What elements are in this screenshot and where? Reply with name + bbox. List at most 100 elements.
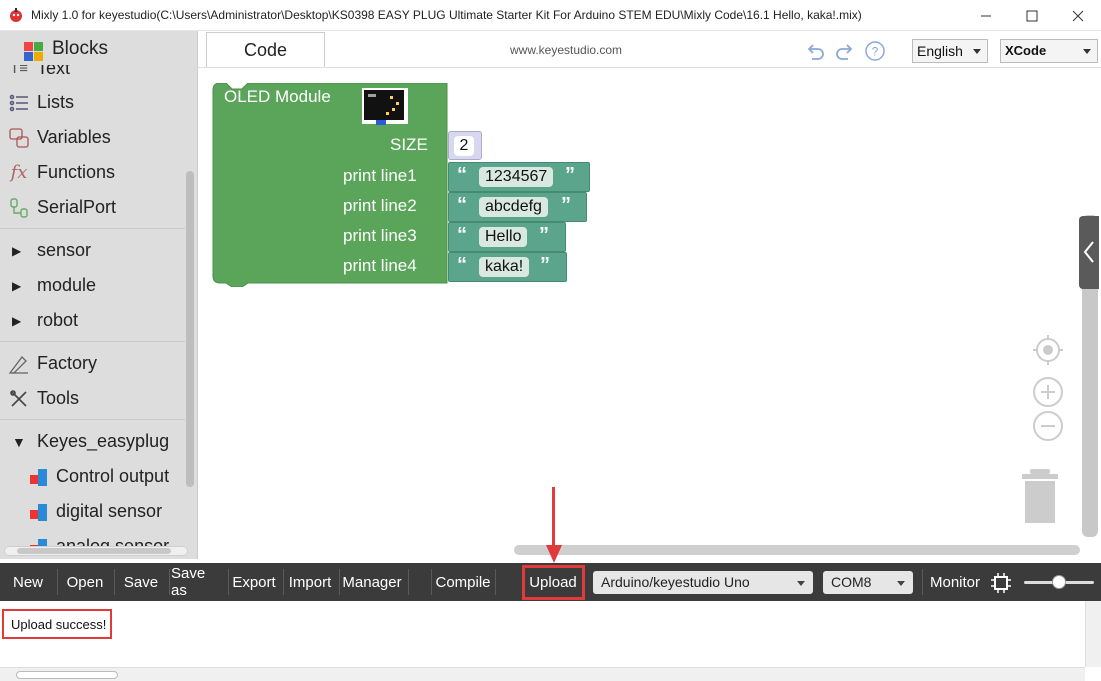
triangle-right-icon: ▶	[12, 313, 22, 328]
chevron-left-icon	[1083, 241, 1094, 263]
save-button[interactable]: Save	[118, 563, 164, 601]
divider	[408, 569, 409, 595]
tab-code[interactable]: Code	[206, 32, 325, 68]
divider	[0, 419, 185, 420]
print-line1-label: print line1	[343, 166, 417, 185]
category-control-output[interactable]: Control output	[0, 459, 185, 494]
string-block-line3[interactable]: “ Hello ”	[448, 222, 566, 252]
center-target-icon[interactable]	[1032, 334, 1064, 366]
output-console: Upload success!	[0, 601, 1101, 681]
blocks-cube-icon	[26, 464, 52, 490]
app-logo-icon	[10, 8, 22, 22]
new-button[interactable]: New	[5, 563, 51, 601]
category-robot[interactable]: ▶ robot	[0, 303, 185, 338]
maximize-icon	[1026, 10, 1038, 21]
string-value[interactable]: kaka!	[479, 257, 530, 277]
blocks-cube-icon	[26, 499, 52, 525]
zoom-slider-handle[interactable]	[1052, 575, 1066, 589]
compile-button[interactable]: Compile	[434, 563, 492, 601]
size-number-block[interactable]: 2	[448, 131, 482, 160]
import-button[interactable]: Import	[285, 563, 335, 601]
divider	[114, 569, 115, 595]
category-sensor[interactable]: ▶ sensor	[0, 233, 185, 268]
category-variables[interactable]: Variables	[0, 120, 185, 155]
blocks-header: Blocks	[0, 31, 185, 65]
ide-select[interactable]: XCode	[1000, 39, 1098, 63]
undo-icon[interactable]	[804, 40, 826, 62]
minimize-button[interactable]	[963, 0, 1009, 31]
title-bar: Mixly 1.0 for keyestudio(C:\Users\Admini…	[0, 0, 1101, 31]
website-link[interactable]: www.keyestudio.com	[510, 43, 622, 57]
upload-status-message: Upload success!	[2, 609, 112, 639]
chevron-down-icon	[973, 49, 981, 54]
sidebar-horizontal-scrollbar[interactable]	[4, 546, 188, 556]
category-digital-sensor[interactable]: digital sensor	[0, 494, 185, 529]
mixly-window: Mixly 1.0 for keyestudio(C:\Users\Admini…	[0, 0, 1101, 681]
triangle-right-icon: ▶	[12, 243, 22, 258]
serial-port-icon	[6, 195, 32, 221]
category-functions[interactable]: fx Functions	[0, 155, 185, 190]
string-value[interactable]: abcdefg	[479, 197, 548, 217]
blocks-title: Blocks	[52, 38, 108, 59]
port-select[interactable]: COM8	[823, 571, 913, 594]
tab-underline	[198, 67, 1101, 68]
chip-icon[interactable]	[990, 572, 1012, 594]
triangle-right-icon: ▶	[12, 278, 22, 293]
monitor-button[interactable]: Monitor	[926, 563, 984, 601]
string-block-line1[interactable]: “ 1234567 ”	[448, 162, 590, 192]
print-line2-label: print line2	[343, 196, 417, 215]
divider	[0, 341, 185, 342]
string-value[interactable]: 1234567	[479, 167, 554, 187]
category-tools[interactable]: Tools	[0, 381, 185, 416]
save-as-button[interactable]: Save as	[171, 563, 225, 601]
blocks-sidebar: Blocks T≡ Text Lists Variables fx Functi…	[0, 31, 197, 559]
close-button[interactable]	[1055, 0, 1101, 31]
oled-image-icon	[362, 88, 408, 125]
string-value[interactable]: Hello	[479, 227, 528, 247]
divider	[495, 569, 496, 595]
zoom-out-icon[interactable]	[1032, 410, 1064, 442]
export-button[interactable]: Export	[230, 563, 278, 601]
language-select[interactable]: English	[912, 39, 988, 63]
svg-text:?: ?	[872, 45, 879, 59]
sidebar-scrollbar[interactable]	[186, 171, 194, 487]
divider	[57, 569, 58, 595]
size-value[interactable]: 2	[454, 136, 474, 156]
divider	[169, 569, 170, 595]
maximize-button[interactable]	[1009, 0, 1055, 31]
category-module[interactable]: ▶ module	[0, 268, 185, 303]
divider	[0, 228, 185, 229]
print-line4-label: print line4	[343, 256, 417, 275]
category-keyes-easyplug[interactable]: ▼ Keyes_easyplug	[0, 424, 185, 459]
string-block-line4[interactable]: “ kaka! ”	[448, 252, 567, 282]
category-factory[interactable]: Factory	[0, 346, 185, 381]
scroll-thumb[interactable]	[16, 671, 118, 679]
workspace-horizontal-scrollbar[interactable]	[514, 545, 1080, 555]
console-horizontal-scrollbar[interactable]	[0, 667, 1085, 681]
redo-icon[interactable]	[834, 40, 856, 62]
trash-icon[interactable]	[1020, 467, 1060, 525]
print-line3-label: print line3	[343, 226, 417, 245]
upload-highlight-box	[522, 565, 585, 600]
minimize-icon	[981, 15, 991, 16]
string-block-line2[interactable]: “ abcdefg ”	[448, 192, 587, 222]
scroll-thumb[interactable]	[17, 548, 171, 554]
list-icon	[6, 90, 32, 116]
side-panel-toggle[interactable]	[1079, 216, 1099, 289]
divider	[339, 569, 340, 595]
close-icon	[1072, 10, 1084, 21]
factory-icon	[6, 351, 32, 377]
divider	[922, 569, 923, 595]
board-select[interactable]: Arduino/keyestudio Uno	[593, 571, 813, 594]
triangle-down-icon: ▼	[12, 433, 26, 450]
manager-button[interactable]: Manager	[341, 563, 403, 601]
help-icon[interactable]: ?	[864, 40, 886, 62]
zoom-in-icon[interactable]	[1032, 376, 1064, 408]
size-label: SIZE	[390, 135, 428, 154]
console-vertical-scrollbar[interactable]	[1085, 601, 1101, 667]
category-lists[interactable]: Lists	[0, 85, 185, 120]
chevron-down-icon	[897, 581, 905, 586]
block-title: OLED Module	[224, 87, 331, 106]
category-serialport[interactable]: SerialPort	[0, 190, 185, 225]
open-button[interactable]: Open	[61, 563, 109, 601]
